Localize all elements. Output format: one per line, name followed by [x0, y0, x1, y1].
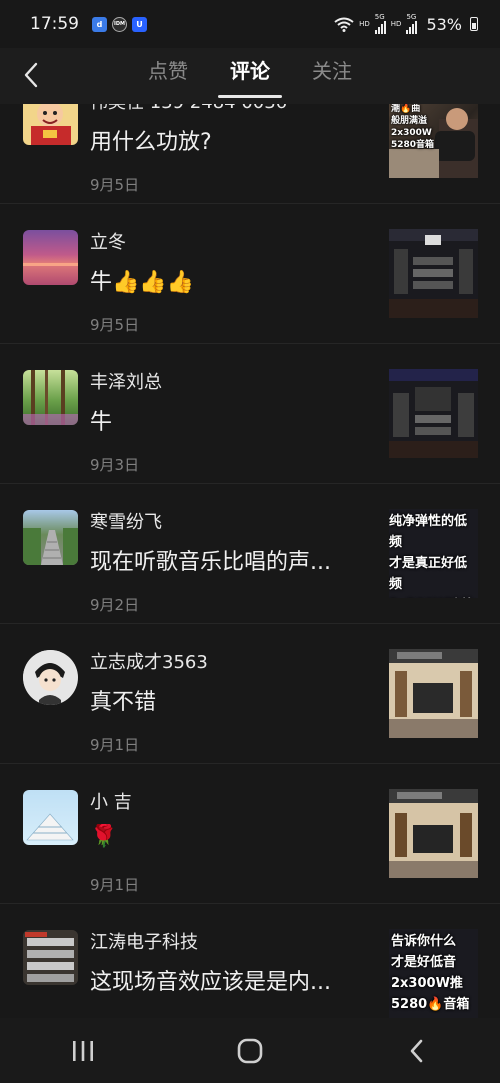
system-back-button[interactable]: [387, 1031, 447, 1071]
user-name[interactable]: 寒雪纷飞: [90, 508, 162, 534]
user-name[interactable]: 立志成才3563: [90, 648, 208, 674]
status-bar: 17:59 d IDM U HD 5G HD 5G 53%: [0, 0, 500, 48]
signal-2: 5G: [406, 13, 418, 34]
user-name[interactable]: 立冬: [90, 228, 126, 254]
comment-text: 🌹: [90, 824, 118, 849]
tab-indicator: [218, 95, 282, 98]
signal-bars-1-icon: [374, 21, 386, 34]
tab-bar: 点赞 评论 关注: [0, 48, 500, 104]
tab-follows[interactable]: 关注: [312, 48, 352, 104]
system-nav-bar: [0, 1018, 500, 1083]
user-name[interactable]: 丰泽刘总: [90, 368, 162, 394]
battery-percent: 53%: [426, 14, 462, 34]
thumbnail-caption: 告诉你什么 才是好低音 2x300W推 5280🔥音箱: [391, 934, 470, 1012]
wifi-icon: [334, 17, 354, 32]
video-thumbnail[interactable]: [389, 789, 478, 878]
comment-item[interactable]: 寒雪纷飞 现在听歌音乐比唱的声... 9月2日 纯净弹性的低频 才是真正好低频 …: [0, 484, 500, 624]
tab-comments[interactable]: 评论: [218, 48, 282, 104]
status-time: 17:59: [30, 14, 79, 34]
tab-label: 评论: [230, 59, 270, 83]
user-avatar[interactable]: [23, 510, 78, 565]
comment-date: 9月5日: [90, 176, 140, 194]
thumbnail-caption: 纯净弹性的低频 才是真正好低频 2x300W功放 推5280音箱: [389, 514, 468, 592]
comment-text: 真不错: [90, 690, 157, 715]
hd-label-1: HD: [359, 19, 370, 28]
video-thumbnail[interactable]: 纯净弹性的低频 才是真正好低频 2x300W功放 推5280音箱: [389, 509, 478, 598]
comment-item[interactable]: 立志成才3563 真不错 9月1日: [0, 624, 500, 764]
comment-item[interactable]: 丰泽刘总 牛 9月3日: [0, 344, 500, 484]
comment-item[interactable]: 立冬 牛👍👍👍 9月5日: [0, 204, 500, 344]
network-type-2: 5G: [406, 13, 417, 21]
nav-header: 点赞 评论 关注: [0, 48, 500, 104]
tab-likes[interactable]: 点赞: [148, 48, 188, 104]
video-thumbnail[interactable]: [389, 229, 478, 318]
security-app-icon: U: [132, 16, 147, 32]
comment-text: 牛👍👍👍: [90, 270, 195, 295]
signal-1: 5G: [374, 13, 386, 34]
network-type-1: 5G: [374, 13, 385, 21]
comment-date: 9月2日: [90, 596, 140, 614]
comment-text: 这现场音效应该是是内...: [90, 970, 331, 995]
user-avatar[interactable]: [23, 230, 78, 285]
comment-text: 牛: [90, 410, 113, 435]
hd-label-2: HD: [390, 19, 402, 28]
home-button[interactable]: [220, 1031, 280, 1071]
comment-text: 用什么功放?: [90, 130, 212, 155]
comment-date: 9月3日: [90, 456, 140, 474]
comment-date: 9月1日: [90, 736, 140, 754]
back-arrow-icon: [410, 1039, 422, 1062]
idm-app-icon: IDM: [112, 16, 127, 32]
video-thumbnail[interactable]: [389, 369, 478, 458]
user-name[interactable]: 小 吉: [90, 788, 132, 814]
comment-text: 现在听歌音乐比唱的声...: [90, 550, 331, 575]
user-name[interactable]: 江涛电子科技: [90, 928, 198, 954]
user-avatar[interactable]: [23, 650, 78, 705]
video-thumbnail[interactable]: 告诉你什么 才是好低音 2x300W推 5280🔥音箱: [389, 929, 478, 1018]
video-thumbnail[interactable]: [389, 649, 478, 738]
home-icon: [237, 1038, 263, 1063]
comment-item[interactable]: 小 吉 🌹 9月1日: [0, 764, 500, 904]
comment-date: 9月1日: [90, 876, 140, 894]
tab-label: 点赞: [148, 59, 188, 83]
user-avatar[interactable]: [23, 790, 78, 845]
tab-label: 关注: [312, 59, 352, 83]
signal-bars-2-icon: [406, 21, 418, 34]
recent-apps-button[interactable]: [53, 1031, 113, 1071]
user-avatar[interactable]: [23, 370, 78, 425]
recent-apps-icon: [73, 1040, 94, 1061]
user-avatar[interactable]: [23, 930, 78, 985]
battery-icon: [470, 17, 478, 31]
calendar-app-icon: d: [92, 16, 107, 32]
comment-date: 9月5日: [90, 316, 140, 334]
comment-list[interactable]: 伟奕任 139 2484 0036 用什么功放? 9月5日 最后一段 潮🔥曲 般…: [0, 64, 500, 1044]
